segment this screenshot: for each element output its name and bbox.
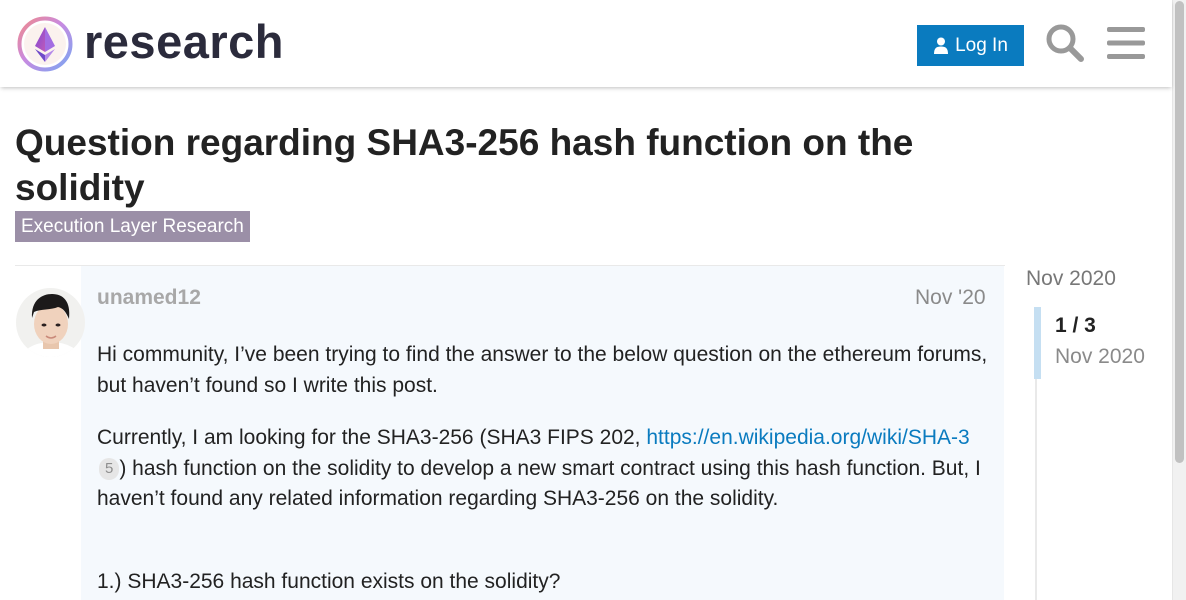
category-badge[interactable]: Execution Layer Research (15, 211, 250, 242)
timeline-post-counter: 1 / 3 (1055, 314, 1096, 337)
topic-title[interactable]: Question regarding SHA3-256 hash functio… (15, 120, 995, 210)
avatar-portrait-image (16, 288, 85, 357)
post-paragraph-2-text-after: ) hash function on the solidity to devel… (97, 456, 981, 511)
post-paragraph-3: 1.) SHA3-256 hash function exists on the… (97, 570, 561, 593)
post-date[interactable]: Nov '20 (915, 286, 986, 310)
search-icon[interactable] (1045, 23, 1085, 63)
log-in-label: Log In (955, 34, 1008, 56)
user-icon (934, 37, 949, 54)
user-avatar[interactable] (16, 288, 85, 357)
page-scrollbar-thumb[interactable] (1175, 1, 1184, 463)
post-author-username[interactable]: unamed12 (97, 286, 201, 310)
site-header: research Log In (0, 0, 1172, 87)
timeline-current-date: Nov 2020 (1055, 345, 1145, 368)
site-logo-text: research (84, 15, 284, 68)
page-scrollbar[interactable] (1172, 0, 1186, 600)
wikipedia-sha3-link[interactable]: https://en.wikipedia.org/wiki/SHA-3 (646, 426, 969, 449)
ethereum-research-logo-icon (17, 16, 73, 72)
link-click-count-badge: 5 (99, 457, 120, 480)
post-paragraph-1: Hi community, I’ve been trying to find t… (97, 343, 988, 397)
timeline-start-date[interactable]: Nov 2020 (1026, 267, 1116, 291)
log-in-button[interactable]: Log In (917, 25, 1024, 66)
timeline-scroll-handle[interactable] (1034, 307, 1041, 379)
hamburger-menu-icon[interactable] (1107, 26, 1145, 60)
post-paragraph-2-text-before: Currently, I am looking for the SHA3-256… (97, 426, 647, 449)
post-paragraph-2: Currently, I am looking for the SHA3-256… (97, 423, 992, 515)
